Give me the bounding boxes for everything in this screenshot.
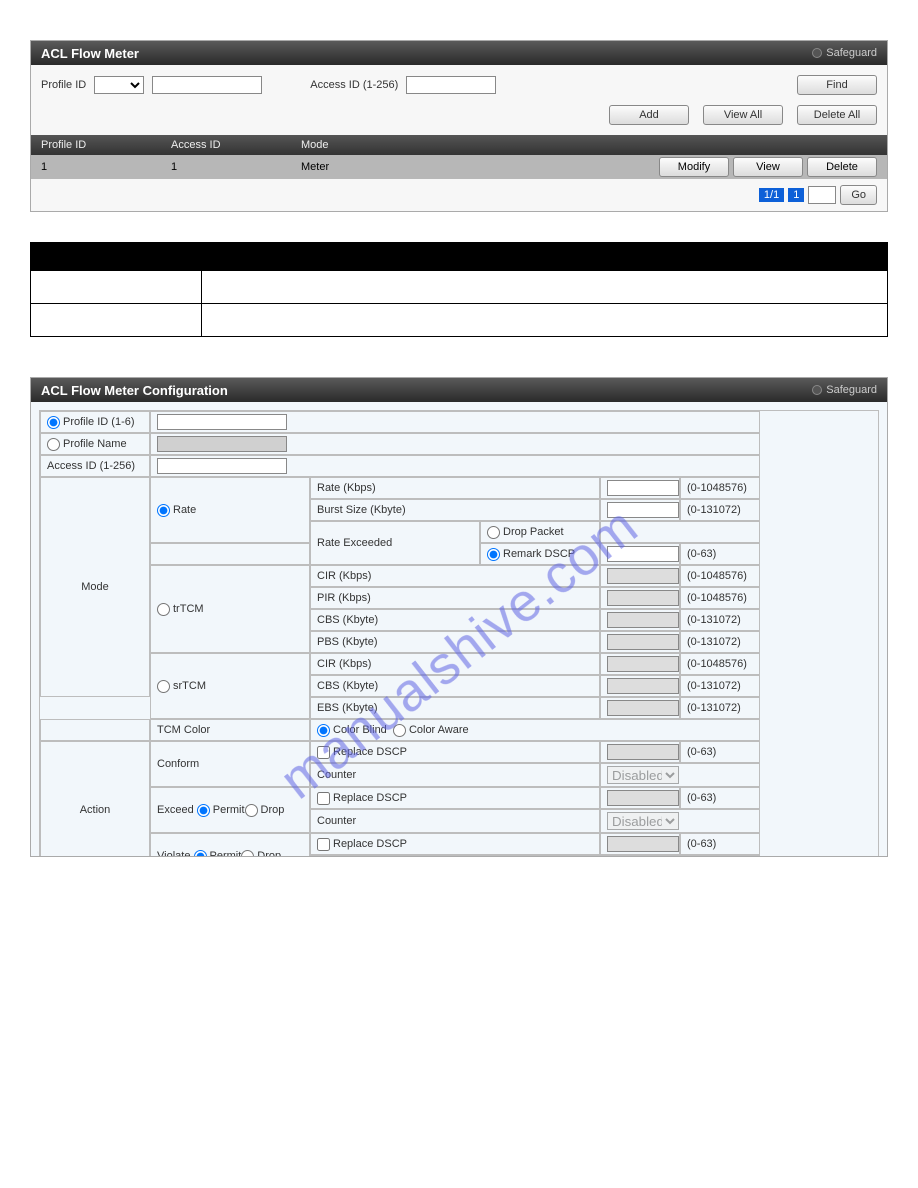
violate-replace-dscp-check[interactable]	[317, 838, 330, 851]
rate-kbps-input[interactable]	[607, 480, 679, 496]
access-id-cell: Access ID (1-256)	[40, 455, 150, 477]
conform-label: Conform	[150, 741, 310, 787]
col-mode: Mode	[301, 139, 431, 151]
acl-flow-meter-panel: ACL Flow Meter Safeguard Profile ID Acce…	[30, 40, 888, 212]
access-id-label: Access ID (1-256)	[310, 79, 398, 91]
tr-cbs-input	[607, 612, 679, 628]
profile-name-radio[interactable]	[47, 438, 60, 451]
profile-id-radio-cell: Profile ID (1-6)	[40, 411, 150, 433]
col-access-id: Access ID	[171, 139, 301, 151]
exceed-replace-dscp-check[interactable]	[317, 792, 330, 805]
remark-dscp-input[interactable]	[607, 546, 679, 562]
results-header: Profile ID Access ID Mode	[31, 135, 887, 155]
rate-radio-cell: Rate	[150, 477, 310, 543]
panel1-title: ACL Flow Meter	[41, 46, 139, 61]
find-button[interactable]: Find	[797, 75, 877, 95]
panel1-titlebar: ACL Flow Meter Safeguard	[31, 41, 887, 65]
delete-button[interactable]: Delete	[807, 157, 877, 177]
mode-label: Mode	[40, 477, 150, 697]
cell-access-id: 1	[171, 161, 301, 173]
sr-cbs-input	[607, 678, 679, 694]
rate-exceeded-label: Rate Exceeded	[310, 521, 480, 565]
page-current: 1	[788, 188, 804, 202]
safeguard-icon	[812, 385, 822, 395]
burst-input[interactable]	[607, 502, 679, 518]
exceed-dscp-input	[607, 790, 679, 806]
table-row: 1 1 Meter Modify View Delete	[31, 155, 887, 179]
safeguard-indicator-2: Safeguard	[812, 384, 877, 396]
safeguard-indicator: Safeguard	[812, 47, 877, 59]
action-label: Action	[40, 741, 150, 857]
exceed-permit-radio[interactable]	[197, 804, 210, 817]
conform-dscp-input	[607, 744, 679, 760]
filter-row: Profile ID Access ID (1-256) Find	[31, 65, 887, 105]
col-profile-id: Profile ID	[41, 139, 171, 151]
profile-id-input-2[interactable]	[157, 414, 287, 430]
remark-dscp-range: (0-63)	[680, 543, 760, 565]
profile-name-input	[157, 436, 287, 452]
page-input[interactable]	[808, 186, 836, 204]
profile-id-radio[interactable]	[47, 416, 60, 429]
violate-drop-radio[interactable]	[241, 850, 254, 858]
config-scroll-area[interactable]: ACL Flow Meter Configuration Safeguard P…	[30, 377, 888, 857]
add-button[interactable]: Add	[609, 105, 689, 125]
violate-cell: Violate Permit Drop	[150, 833, 310, 857]
exceed-cell: Exceed Permit Drop	[150, 787, 310, 833]
srtcm-radio[interactable]	[157, 680, 170, 693]
trtcm-radio[interactable]	[157, 603, 170, 616]
pager: 1/1 1 Go	[31, 179, 887, 211]
exceed-drop-radio[interactable]	[245, 804, 258, 817]
remark-dscp-cell: Remark DSCP	[480, 543, 600, 565]
page-total: 1/1	[759, 188, 784, 202]
panel2-title: ACL Flow Meter Configuration	[41, 383, 228, 398]
action-row: Add View All Delete All	[31, 105, 887, 135]
burst-label: Burst Size (Kbyte)	[310, 499, 600, 521]
tr-cir-input	[607, 568, 679, 584]
burst-range: (0-131072)	[680, 499, 760, 521]
safeguard-icon	[812, 48, 822, 58]
violate-dscp-input	[607, 836, 679, 852]
access-id-input-2[interactable]	[157, 458, 287, 474]
profile-id-input[interactable]	[152, 76, 262, 94]
tcm-color-cell: Color Blind Color Aware	[310, 719, 760, 741]
cell-mode: Meter	[301, 161, 431, 173]
parameter-table	[30, 242, 888, 337]
profile-id-label: Profile ID	[41, 79, 86, 91]
rate-kbps-range: (0-1048576)	[680, 477, 760, 499]
go-button[interactable]: Go	[840, 185, 877, 205]
drop-packet-radio[interactable]	[487, 526, 500, 539]
access-id-input[interactable]	[406, 76, 496, 94]
view-button[interactable]: View	[733, 157, 803, 177]
delete-all-button[interactable]: Delete All	[797, 105, 877, 125]
color-blind-radio[interactable]	[317, 724, 330, 737]
rate-radio[interactable]	[157, 504, 170, 517]
sr-ebs-input	[607, 700, 679, 716]
color-aware-radio[interactable]	[393, 724, 406, 737]
profile-id-select[interactable]	[94, 76, 144, 94]
config-grid: Profile ID (1-6) Profile Name Access ID …	[39, 410, 879, 857]
cell-profile-id: 1	[41, 161, 171, 173]
trtcm-cell: trTCM	[150, 565, 310, 653]
panel2-titlebar: ACL Flow Meter Configuration Safeguard	[31, 378, 887, 402]
tr-pbs-input	[607, 634, 679, 650]
violate-permit-radio[interactable]	[194, 850, 207, 858]
modify-button[interactable]: Modify	[659, 157, 729, 177]
conform-replace-dscp-check[interactable]	[317, 746, 330, 759]
srtcm-cell: srTCM	[150, 653, 310, 719]
sr-cir-input	[607, 656, 679, 672]
profile-name-radio-cell: Profile Name	[40, 433, 150, 455]
view-all-button[interactable]: View All	[703, 105, 783, 125]
rate-kbps-label: Rate (Kbps)	[310, 477, 600, 499]
conform-counter-select: Disabled	[607, 766, 679, 784]
drop-packet-cell: Drop Packet	[480, 521, 600, 543]
remark-dscp-radio[interactable]	[487, 548, 500, 561]
tr-pir-input	[607, 590, 679, 606]
exceed-counter-select: Disabled	[607, 812, 679, 830]
tcm-color-label: TCM Color	[150, 719, 310, 741]
